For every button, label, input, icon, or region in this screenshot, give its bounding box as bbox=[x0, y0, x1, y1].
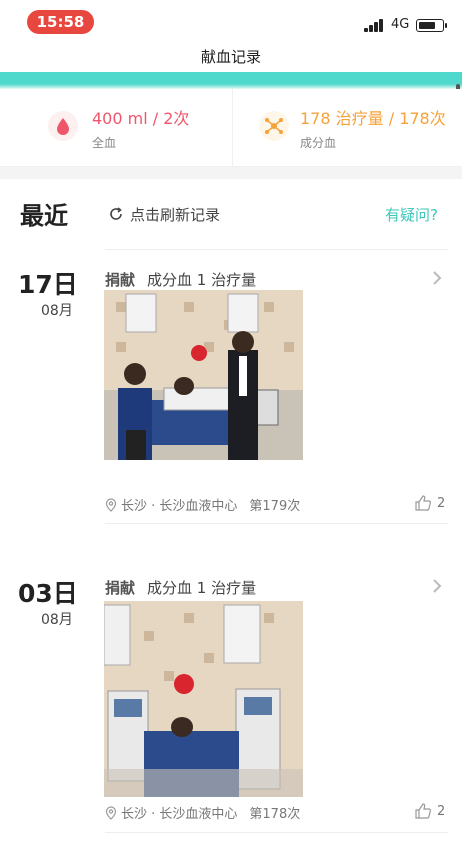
record-location: 长沙 · 长沙血液中心 bbox=[121, 499, 238, 514]
like-button[interactable]: 2 bbox=[414, 802, 445, 820]
network-label: 4G bbox=[391, 17, 410, 32]
chevron-right-icon[interactable] bbox=[428, 577, 446, 595]
record-count: 第178次 bbox=[249, 807, 301, 822]
divider bbox=[105, 249, 448, 250]
section-title: 最近 bbox=[20, 202, 68, 230]
page-title: 献血记录 bbox=[200, 48, 261, 66]
divider bbox=[105, 523, 448, 524]
record-meta: 长沙 · 长沙血液中心 第178次 bbox=[104, 803, 300, 822]
record-type: 捐献 bbox=[105, 271, 136, 289]
like-button[interactable]: 2 bbox=[414, 494, 445, 512]
component-blood-icon bbox=[259, 111, 289, 141]
donation-record[interactable]: 03日 08月 捐献 成分血 1 治疗量 长沙 · 长沙血液中心 第178次 2 bbox=[0, 571, 462, 833]
record-location: 长沙 · 长沙血液中心 bbox=[121, 807, 238, 822]
status-bar: 15:58 4G bbox=[0, 0, 462, 44]
whole-blood-value: 400 ml / 2次 bbox=[92, 109, 190, 128]
record-month: 08月 bbox=[41, 612, 73, 628]
whole-blood-label: 全血 bbox=[92, 136, 117, 150]
record-detail: 成分血 1 治疗量 bbox=[147, 271, 257, 289]
signal-icon bbox=[364, 18, 386, 32]
blood-drop-icon bbox=[48, 111, 78, 141]
chevron-right-icon[interactable] bbox=[428, 269, 446, 287]
record-detail: 成分血 1 治疗量 bbox=[147, 579, 257, 597]
record-photo[interactable] bbox=[104, 601, 303, 797]
like-count: 2 bbox=[437, 803, 446, 819]
divider bbox=[105, 832, 448, 833]
header-accent-bar bbox=[0, 72, 462, 89]
apheresis-stat[interactable]: 178 治疗量 / 178次 成分血 bbox=[232, 89, 462, 167]
record-count: 第179次 bbox=[249, 499, 301, 514]
record-day: 03日 bbox=[18, 579, 78, 608]
record-type: 捐献 bbox=[105, 579, 136, 597]
record-photo[interactable] bbox=[104, 290, 303, 460]
apheresis-value: 178 治疗量 / 178次 bbox=[300, 109, 446, 128]
donation-record[interactable]: 17日 08月 捐献 成分血 1 治疗量 长沙 · 长沙血液中心 第179次 2 bbox=[0, 262, 462, 524]
donation-summary: 400 ml / 2次 全血 178 治疗量 / 178次 成分血 bbox=[0, 89, 462, 167]
help-link[interactable]: 有疑问? bbox=[385, 204, 438, 225]
whole-blood-stat[interactable]: 400 ml / 2次 全血 bbox=[0, 89, 232, 167]
record-header: 捐献 成分血 1 治疗量 bbox=[105, 577, 256, 598]
record-header: 捐献 成分血 1 治疗量 bbox=[105, 269, 256, 290]
refresh-button[interactable]: 点击刷新记录 bbox=[108, 204, 220, 224]
battery-icon bbox=[416, 19, 447, 32]
refresh-label: 点击刷新记录 bbox=[130, 205, 221, 224]
thumbs-up-icon bbox=[415, 495, 431, 511]
location-pin-icon bbox=[105, 497, 117, 512]
record-meta: 长沙 · 长沙血液中心 第179次 bbox=[104, 495, 300, 514]
status-time: 15:58 bbox=[27, 10, 94, 34]
section-gap bbox=[0, 167, 462, 179]
record-day: 17日 bbox=[18, 270, 78, 299]
record-month: 08月 bbox=[41, 303, 73, 319]
location-pin-icon bbox=[105, 805, 117, 820]
like-count: 2 bbox=[437, 495, 446, 511]
refresh-icon bbox=[110, 207, 122, 220]
apheresis-label: 成分血 bbox=[300, 136, 337, 150]
thumbs-up-icon bbox=[415, 803, 431, 819]
